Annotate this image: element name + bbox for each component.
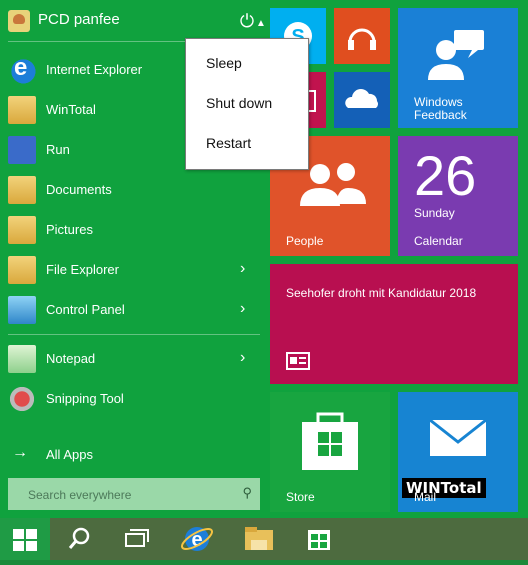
- taskbar-internet-explorer[interactable]: e: [174, 518, 220, 560]
- tile-label: Calendar: [414, 234, 463, 248]
- tile-calendar[interactable]: 26 Sunday Calendar: [398, 136, 518, 256]
- menu-item-control-panel[interactable]: Control Panel ›: [0, 292, 268, 330]
- windows-logo-icon: [13, 529, 37, 551]
- tile-mail[interactable]: WINTotal Mail: [398, 392, 518, 512]
- pictures-folder-icon: [8, 216, 36, 244]
- internet-explorer-icon: [8, 54, 36, 84]
- start-menu: PCD panfee ⏻ ▲ Internet Explorer WinTota…: [0, 0, 528, 518]
- search-taskbar-button[interactable]: [56, 518, 102, 560]
- file-explorer-icon: [8, 256, 36, 284]
- tile-onedrive[interactable]: [334, 72, 390, 128]
- start-button[interactable]: [0, 518, 50, 560]
- menu-item-documents[interactable]: Documents: [0, 172, 268, 210]
- news-icon: [286, 352, 310, 370]
- mouse-cursor-icon: ▲: [256, 18, 266, 29]
- chevron-right-icon[interactable]: ›: [240, 300, 245, 318]
- divider: [8, 334, 260, 335]
- user-account[interactable]: PCD panfee: [0, 0, 268, 40]
- taskbar-store[interactable]: [296, 518, 342, 560]
- calendar-day-number: 26: [414, 144, 477, 207]
- menu-item-label: WinTotal: [46, 102, 96, 117]
- restart-option[interactable]: Restart: [206, 135, 251, 151]
- search-icon[interactable]: ⚲: [242, 485, 252, 501]
- all-apps-label: All Apps: [46, 447, 93, 462]
- folder-icon: [245, 527, 273, 550]
- user-avatar: [8, 10, 30, 32]
- headphones-icon: [348, 28, 376, 50]
- magnifier-icon: [68, 527, 90, 549]
- taskbar: e: [0, 518, 528, 560]
- search-box[interactable]: ⚲: [8, 478, 260, 512]
- arrow-right-icon: →: [12, 444, 28, 461]
- power-icon[interactable]: ⏻: [236, 10, 258, 32]
- menu-item-label: Control Panel: [46, 302, 125, 317]
- cloud-icon: [345, 89, 378, 108]
- notepad-icon: [8, 345, 36, 373]
- menu-item-label: File Explorer: [46, 262, 119, 277]
- tile-label: Mail: [414, 490, 437, 504]
- menu-item-label: Documents: [46, 182, 112, 197]
- tile-news[interactable]: Seehofer droht mit Kandidatur 2018: [270, 264, 518, 384]
- menu-item-notepad[interactable]: Notepad ›: [0, 341, 268, 379]
- menu-item-snipping-tool[interactable]: Snipping Tool: [0, 381, 268, 419]
- all-apps-button[interactable]: → All Apps: [0, 442, 268, 468]
- menu-item-pictures[interactable]: Pictures: [0, 212, 268, 250]
- menu-item-file-explorer[interactable]: File Explorer ›: [0, 252, 268, 290]
- calendar-weekday: Sunday: [414, 206, 455, 220]
- run-icon: [8, 136, 36, 164]
- snipping-tool-icon: [8, 385, 36, 413]
- task-view-button[interactable]: [114, 518, 160, 560]
- tile-label: Windows Feedback: [414, 95, 467, 122]
- chevron-right-icon[interactable]: ›: [240, 349, 245, 367]
- search-input[interactable]: [8, 478, 230, 512]
- news-headline: Seehofer droht mit Kandidatur 2018: [286, 286, 477, 300]
- store-icon: [308, 530, 330, 550]
- tile-label: Store: [286, 490, 315, 504]
- menu-item-label: Pictures: [46, 222, 93, 237]
- menu-item-label: Internet Explorer: [46, 62, 143, 77]
- shut-down-option[interactable]: Shut down: [206, 95, 272, 111]
- user-name: PCD panfee: [38, 11, 120, 28]
- internet-explorer-icon: e: [180, 527, 214, 551]
- sleep-option[interactable]: Sleep: [206, 55, 242, 71]
- menu-item-label: Notepad: [46, 351, 96, 366]
- taskbar-file-explorer[interactable]: [236, 518, 282, 560]
- power-options-menu: Sleep Shut down Restart: [185, 38, 309, 170]
- chevron-right-icon[interactable]: ›: [240, 260, 245, 278]
- menu-item-label: Snipping Tool: [46, 391, 124, 406]
- task-view-icon: [125, 529, 149, 547]
- tile-music[interactable]: [334, 8, 390, 64]
- documents-folder-icon: [8, 176, 36, 204]
- control-panel-icon: [8, 296, 36, 324]
- tile-label: People: [286, 234, 324, 248]
- tile-store[interactable]: Store: [270, 392, 390, 512]
- menu-item-label: Run: [46, 142, 70, 157]
- folder-icon: [8, 96, 36, 124]
- tile-windows-feedback[interactable]: Windows Feedback: [398, 8, 518, 128]
